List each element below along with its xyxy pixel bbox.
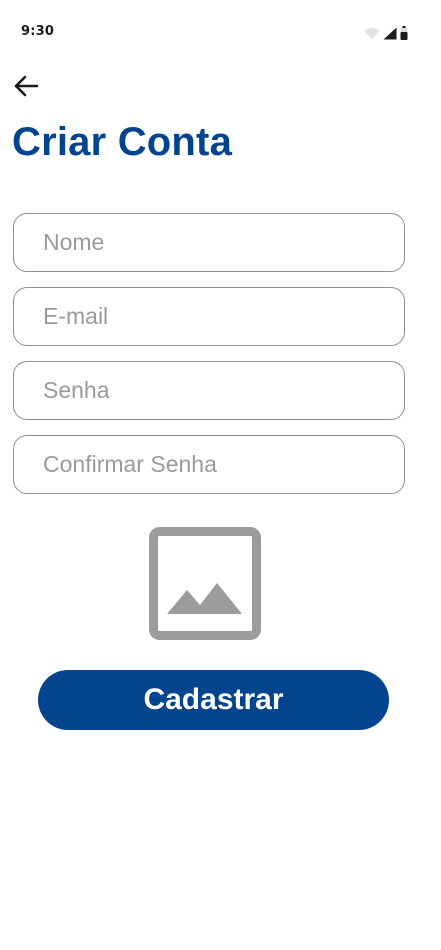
password-field[interactable] xyxy=(13,361,405,420)
name-field[interactable] xyxy=(13,213,405,272)
arrow-left-icon xyxy=(13,75,39,102)
wifi-icon xyxy=(364,27,380,40)
email-field[interactable] xyxy=(13,287,405,346)
status-bar: 9:30 xyxy=(0,0,430,60)
back-button[interactable] xyxy=(8,70,44,106)
image-placeholder-icon[interactable] xyxy=(149,527,261,640)
page-title: Criar Conta xyxy=(12,120,233,164)
signal-icon xyxy=(383,27,397,40)
status-icons xyxy=(364,26,408,40)
register-button[interactable]: Cadastrar xyxy=(38,670,389,730)
phone-screen: 9:30 Criar Conta Nome E-mail Cadastrar xyxy=(0,0,430,932)
status-time: 9:30 xyxy=(21,24,55,39)
battery-icon xyxy=(400,26,408,40)
confirm-password-field[interactable] xyxy=(13,435,405,494)
